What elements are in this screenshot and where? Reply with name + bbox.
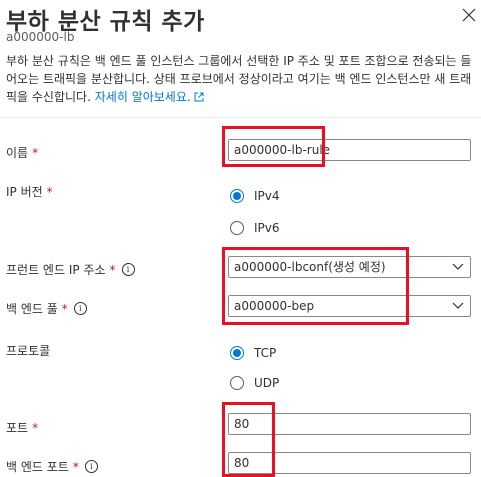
backend-port-input[interactable]: 80 <box>228 452 471 474</box>
required-marker: * <box>72 459 79 474</box>
external-link-icon[interactable] <box>194 92 204 102</box>
frontend-ip-label-text: 프런트 엔드 IP 주소 <box>6 263 106 277</box>
frontend-ip-value: a000000-lbconf(생성 예정) <box>234 260 386 274</box>
name-input[interactable]: a000000-lb-rule <box>228 139 471 161</box>
description: 부하 분산 규칙은 백 엔드 풀 인스턴스 그룹에서 선택한 IP 주소 및 포… <box>6 52 476 106</box>
backend-pool-value: a000000-bep <box>234 299 315 313</box>
backend-port-label-text: 백 엔드 포트 <box>6 460 69 474</box>
required-marker: * <box>46 184 53 199</box>
tcp-label: TCP <box>254 346 277 360</box>
backend-pool-dropdown[interactable]: a000000-bep <box>228 295 471 317</box>
description-text: 부하 분산 규칙은 백 엔드 풀 인스턴스 그룹에서 선택한 IP 주소 및 포… <box>6 54 472 104</box>
name-label: 이름 * <box>6 144 38 161</box>
radio-selected-icon <box>230 346 244 360</box>
ipv6-label: IPv6 <box>254 221 280 235</box>
radio-unselected-icon <box>230 221 244 235</box>
ipv4-label: IPv4 <box>254 189 280 203</box>
panel-subtitle: a000000-lb <box>6 30 75 44</box>
chevron-down-icon <box>452 302 464 309</box>
info-icon[interactable]: i <box>73 302 87 315</box>
port-input[interactable]: 80 <box>228 413 471 435</box>
name-label-text: 이름 <box>6 146 29 160</box>
backend-pool-label: 백 엔드 풀 * i <box>6 300 87 317</box>
required-marker: * <box>61 301 68 316</box>
protocol-label-text: 프로토콜 <box>6 344 51 358</box>
udp-label: UDP <box>254 376 280 390</box>
radio-unselected-icon <box>230 376 244 390</box>
radio-selected-icon <box>230 189 244 203</box>
ipv4-radio[interactable]: IPv4 <box>230 189 280 203</box>
frontend-ip-label: 프런트 엔드 IP 주소 * i <box>6 261 135 278</box>
required-marker: * <box>32 420 39 435</box>
close-icon[interactable] <box>462 8 476 22</box>
divider <box>0 117 481 118</box>
ip-version-label-text: IP 버전 <box>6 185 43 199</box>
required-marker: * <box>109 262 116 277</box>
frontend-ip-dropdown[interactable]: a000000-lbconf(생성 예정) <box>228 256 471 278</box>
port-label: 포트 * <box>6 419 38 436</box>
info-icon[interactable]: i <box>84 460 98 473</box>
ipv6-radio[interactable]: IPv6 <box>230 221 280 235</box>
udp-radio[interactable]: UDP <box>230 376 279 390</box>
chevron-down-icon <box>452 263 464 270</box>
port-label-text: 포트 <box>6 421 29 435</box>
tcp-radio[interactable]: TCP <box>230 346 276 360</box>
backend-port-label: 백 엔드 포트 * i <box>6 458 98 475</box>
required-marker: * <box>32 145 39 160</box>
info-icon[interactable]: i <box>121 263 135 276</box>
backend-pool-label-text: 백 엔드 풀 <box>6 302 58 316</box>
ip-version-label: IP 버전 * <box>6 183 53 200</box>
learn-more-link[interactable]: 자세히 알아보세요. <box>95 90 191 104</box>
protocol-label: 프로토콜 <box>6 342 50 359</box>
